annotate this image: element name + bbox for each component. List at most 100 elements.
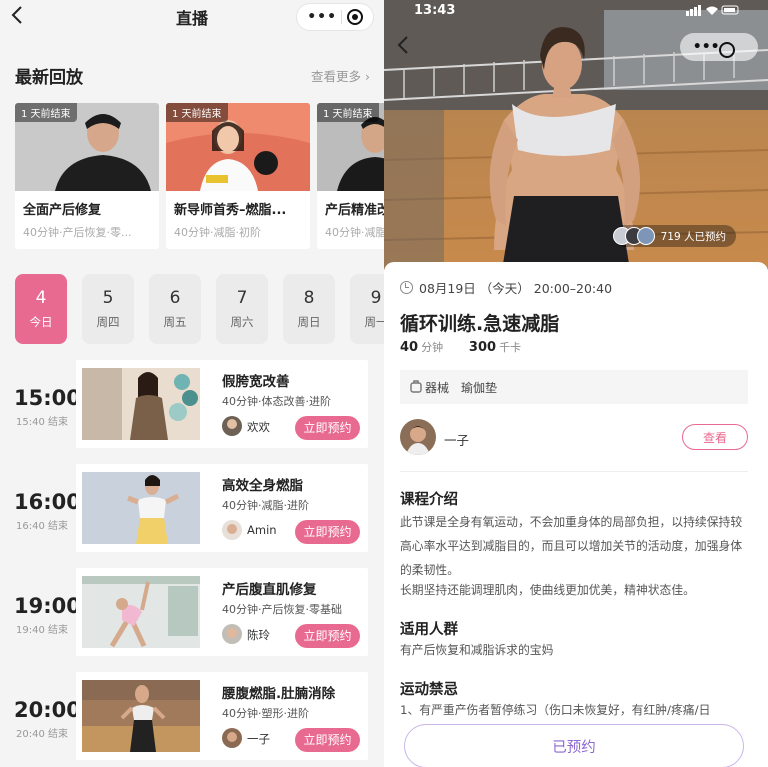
class-name: 高效全身燃脂 <box>222 478 303 494</box>
intro-text: 此节课是全身有氧运动，不会加重身体的局部负担，以持续保持较高心率水平达到减脂目的… <box>400 515 743 577</box>
intro-title: 课程介绍 <box>400 492 458 508</box>
class-name: 假胯宽改善 <box>222 374 290 390</box>
view-coach-button[interactable]: 查看 <box>682 424 748 450</box>
close-target-icon[interactable] <box>719 42 736 58</box>
duration-value: 40 <box>400 340 419 355</box>
replay-card[interactable]: 1 天前结束 全面产后修复 40分钟·产后恢复·零... <box>15 103 159 249</box>
replay-thumbnail: 1 天前结束 <box>317 103 384 191</box>
avatar <box>400 419 436 455</box>
class-thumbnail <box>82 368 200 440</box>
more-icon[interactable]: ••• <box>693 39 720 55</box>
date-day: 4 <box>35 288 47 308</box>
ended-badge: 1 天前结束 <box>317 103 379 122</box>
back-icon[interactable] <box>10 4 30 30</box>
date-tab[interactable]: 9 周一 <box>350 274 384 344</box>
live-list-screen: 直播 ••• 最新回放 查看更多 › 1 天前结束 全面产后修复 40分钟·产后… <box>0 0 384 767</box>
date-day: 5 <box>102 288 114 308</box>
end-time: 15:40 结束 <box>16 417 68 428</box>
coach-name: 一子 <box>444 433 470 448</box>
date-day: 7 <box>236 288 248 308</box>
reserved-button[interactable]: 已预约 <box>404 724 744 767</box>
class-card[interactable]: 假胯宽改善 40分钟·体态改善·进阶 欢欢 立即预约 <box>76 360 368 448</box>
replay-list: 1 天前结束 全面产后修复 40分钟·产后恢复·零... 1 天前结束 新导师首… <box>15 103 384 249</box>
replay-card[interactable]: 1 天前结束 产后精准改... 40分钟·减脂 <box>317 103 384 249</box>
date-tab[interactable]: 6 周五 <box>149 274 201 344</box>
date-day: 6 <box>169 288 181 308</box>
replay-name: 产后精准改... <box>325 203 384 218</box>
close-target-icon[interactable] <box>346 9 363 25</box>
class-thumbnail <box>82 576 200 648</box>
date-weekday: 周六 <box>230 315 254 329</box>
replays-title: 最新回放 <box>15 68 83 88</box>
date-weekday: 今日 <box>29 315 53 329</box>
date-weekday: 周四 <box>96 315 120 329</box>
class-meta: 40分钟·塑形·进阶 <box>222 707 309 720</box>
book-now-button[interactable]: 立即预约 <box>295 624 360 648</box>
page-title: 直播 <box>175 9 208 28</box>
date-tab[interactable]: 7 周六 <box>216 274 268 344</box>
course-time: 08月19日 （今天） 20:00–20:40 <box>400 278 612 297</box>
avatar <box>222 416 242 436</box>
avatar <box>222 728 242 748</box>
replay-thumbnail: 1 天前结束 <box>166 103 310 191</box>
intro-text-2: 长期坚持还能调理肌肉，使曲线更加优美，精神状态佳。 <box>400 583 695 597</box>
calories-value: 300 <box>468 340 497 355</box>
start-time: 15:00 <box>14 386 81 410</box>
contraindications-title: 运动禁忌 <box>400 682 458 698</box>
class-meta: 40分钟·产后恢复·零基础 <box>222 603 342 616</box>
back-icon[interactable] <box>396 34 410 61</box>
ended-badge: 1 天前结束 <box>15 103 77 122</box>
replay-meta: 40分钟·产后恢复·零... <box>23 226 132 239</box>
date-tab[interactable]: 8 周日 <box>283 274 335 344</box>
coach-name: Amin <box>247 523 277 537</box>
class-thumbnail <box>82 680 200 752</box>
calories-unit: 千卡 <box>499 341 522 354</box>
avatar <box>222 520 242 540</box>
more-icon[interactable]: ••• <box>307 9 337 25</box>
class-card[interactable]: 腰腹燃脂.肚腩消除 40分钟·塑形·进阶 一子 立即预约 <box>76 672 368 760</box>
equipment-value: 瑜伽垫 <box>461 380 498 395</box>
date-weekday: 周一 <box>364 315 385 329</box>
class-name: 产后腹直肌修复 <box>222 582 317 598</box>
view-more-link[interactable]: 查看更多 › <box>311 66 370 85</box>
audience-title: 适用人群 <box>400 622 458 638</box>
top-bar: 直播 ••• <box>0 0 384 34</box>
class-card[interactable]: 高效全身燃脂 40分钟·减脂·进阶 Amin 立即预约 <box>76 464 368 552</box>
equipment-label: 器械 <box>425 380 450 395</box>
course-cover-image: 13:43 ••• 719 人已预约 <box>384 0 768 270</box>
start-time: 19:00 <box>14 594 81 618</box>
coach-row: 一子 查看 <box>400 419 748 459</box>
replay-name: 全面产后修复 <box>23 203 102 218</box>
equipment-bar: 器械 瑜伽垫 <box>400 370 748 404</box>
class-card[interactable]: 产后腹直肌修复 40分钟·产后恢复·零基础 陈玲 立即预约 <box>76 568 368 656</box>
course-detail-screen: 13:43 ••• 719 人已预约 08月19日 （今天） 20:00–20:… <box>384 0 768 767</box>
duration-unit: 分钟 <box>421 341 444 354</box>
coach-name: 欢欢 <box>247 420 270 434</box>
end-time: 19:40 结束 <box>16 625 68 636</box>
replay-meta: 40分钟·减脂 <box>325 226 384 239</box>
course-detail-panel: 08月19日 （今天） 20:00–20:40 循环训练.急速减脂 40 分钟 3… <box>384 262 768 767</box>
book-now-button[interactable]: 立即预约 <box>295 416 360 440</box>
course-time-text: 08月19日 （今天） 20:00–20:40 <box>419 281 613 296</box>
chevron-right-icon: › <box>365 69 370 84</box>
contraindications-text: 1、有严重产伤者暂停练习（伤口未恢复好，有红肿/疼痛/日 <box>400 703 711 717</box>
start-time: 20:00 <box>14 698 81 722</box>
book-now-button[interactable]: 立即预约 <box>295 728 360 752</box>
replay-meta: 40分钟·减脂·初阶 <box>174 226 261 239</box>
divider <box>400 471 748 472</box>
status-bar-time: 13:43 <box>414 3 456 18</box>
equipment-icon <box>410 379 422 396</box>
date-tab[interactable]: 5 周四 <box>82 274 134 344</box>
class-meta: 40分钟·体态改善·进阶 <box>222 395 331 408</box>
status-bar-icons <box>686 4 740 19</box>
clock-icon <box>400 281 413 294</box>
date-weekday: 周五 <box>163 315 187 329</box>
course-stats: 40 分钟 300 千卡 <box>400 339 543 355</box>
date-tab-today[interactable]: 4 今日 <box>15 274 67 344</box>
date-selector: 4 今日 5 周四 6 周五 7 周六 8 周日 9 周一 <box>15 274 384 344</box>
start-time: 16:00 <box>14 490 81 514</box>
replay-card[interactable]: 1 天前结束 新导师首秀–燃脂... 40分钟·减脂·初阶 <box>166 103 310 249</box>
date-day: 9 <box>370 288 382 308</box>
book-now-button[interactable]: 立即预约 <box>295 520 360 544</box>
booked-count: 719 人已预约 <box>660 230 726 243</box>
